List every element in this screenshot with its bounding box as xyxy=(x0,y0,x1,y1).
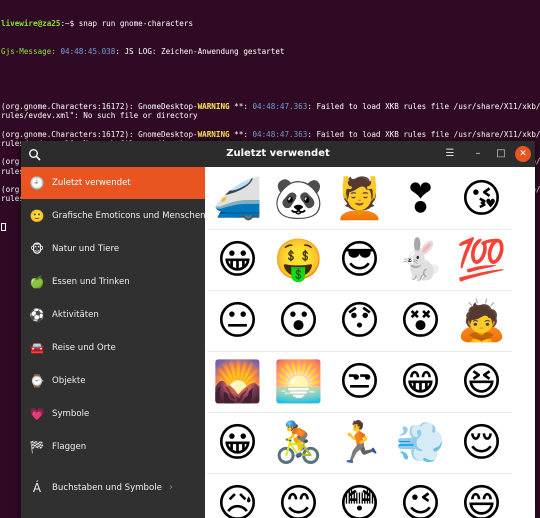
gjs-label: Gjs-Message: xyxy=(1,47,56,56)
gjs-message-line: Gjs-Message: 04:48:45.038: JS LOG: Zeich… xyxy=(1,47,540,56)
character-cell[interactable]: 😯 xyxy=(329,291,390,352)
character-cell[interactable]: 🏃 xyxy=(329,413,390,474)
chevron-right-icon: › xyxy=(169,482,173,493)
character-cell[interactable]: 🐇 xyxy=(390,230,451,291)
character-cell[interactable]: 💨 xyxy=(390,413,451,474)
sidebar-item-label: Grafische Emoticons und Menschen xyxy=(52,211,206,221)
category-icon: 🏁 xyxy=(29,440,45,454)
character-cell[interactable]: ❣ xyxy=(390,169,451,230)
warning-line: (org.gnome.Characters:16172): GnomeDeskt… xyxy=(1,129,540,139)
character-cell[interactable]: 😘 xyxy=(451,169,512,230)
prompt-user: livewire@za25 xyxy=(1,19,61,29)
character-cell[interactable]: 😵 xyxy=(390,291,451,352)
character-cell[interactable]: 💯 xyxy=(451,230,512,291)
character-cell[interactable]: 😆 xyxy=(451,352,512,413)
close-button[interactable]: ✕ xyxy=(515,146,531,162)
character-cell[interactable]: 😊 xyxy=(268,474,329,518)
character-cell[interactable]: 🚴 xyxy=(268,413,329,474)
sidebar-item[interactable]: ⚽ Aktivitäten xyxy=(21,299,205,331)
character-cell[interactable]: 😁 xyxy=(390,352,451,413)
category-icon: 🍏 xyxy=(29,275,45,289)
character-cell[interactable]: 😐 xyxy=(207,291,268,352)
character-cell[interactable]: 😒 xyxy=(329,352,390,413)
sidebar-item-label: Buchstaben und Symbole xyxy=(52,483,162,493)
character-cell[interactable]: 🐼 xyxy=(268,169,329,230)
character-cell[interactable]: 🌅 xyxy=(268,352,329,413)
character-cell[interactable]: 🤑 xyxy=(268,230,329,291)
character-cell[interactable]: 🙇 xyxy=(451,291,512,352)
category-icon: 🕘 xyxy=(29,176,45,190)
character-cell[interactable]: 😉 xyxy=(390,474,451,518)
characters-window: Zuletzt verwendet ☰ – □ ✕ 🕘 Zuletzt verwe… xyxy=(21,141,535,518)
character-cell[interactable]: 😀 xyxy=(207,230,268,291)
sidebar-item-label: Reise und Orte xyxy=(52,343,116,353)
character-cell[interactable]: 😀 xyxy=(207,413,268,474)
sidebar-item[interactable]: 🙂 Grafische Emoticons und Menschen xyxy=(21,200,206,232)
prompt-separator: :~$ xyxy=(60,19,75,29)
minimize-button[interactable]: – xyxy=(470,146,486,162)
terminal-cursor xyxy=(1,222,6,231)
character-cell[interactable]: 😎 xyxy=(329,230,390,291)
sidebar-item-label: Natur und Tiere xyxy=(52,244,120,254)
sidebar-item-label: Zuletzt verwendet xyxy=(52,178,131,188)
warning-continuation: rules/evdev.xml": No such file or direct… xyxy=(1,111,198,121)
hamburger-menu-icon[interactable]: ☰ xyxy=(442,146,458,162)
category-icon: 🐵 xyxy=(30,242,44,256)
sidebar-item-label: Objekte xyxy=(52,376,86,386)
sidebar-item-label: Symbole xyxy=(52,409,90,419)
sidebar-item[interactable]: 🕘 Zuletzt verwendet xyxy=(21,167,205,199)
character-grid: 🚄 🐼 💆 ❣ 😘 😀 🤑 😎 🐇 💯 😐 😮 😯 😵 🙇 🌄 🌅 😒 😁 😆 😀 🚴 🏃 💨 😌 😥 😊 😳 😉 😄 xyxy=(205,167,535,518)
terminal-command: snap run gnome-characters xyxy=(74,19,194,29)
category-icon: 💗 xyxy=(29,407,45,421)
gjs-time: 04:48:45.038 xyxy=(55,47,116,56)
sidebar-item[interactable]: 🚘 Reise und Orte xyxy=(21,332,205,364)
sidebar-item[interactable]: 💗 Symbole xyxy=(21,398,205,430)
sidebar-item-label: Aktivitäten xyxy=(52,310,99,320)
category-icon: ⌚ xyxy=(29,374,45,388)
gjs-text: : JS LOG: Zeichen-Anwendung gestartet xyxy=(115,47,285,56)
maximize-button[interactable]: □ xyxy=(493,146,509,162)
character-cell[interactable]: 😳 xyxy=(329,474,390,518)
sidebar-item-label: Essen und Trinken xyxy=(52,277,130,287)
sidebar-item[interactable]: ⌚ Objekte xyxy=(21,365,205,397)
sidebar-item[interactable]: 🍏 Essen und Trinken xyxy=(21,266,205,298)
character-cell[interactable]: 🌄 xyxy=(207,352,268,413)
character-cell[interactable]: 😮 xyxy=(268,291,329,352)
category-icon: 🙂 xyxy=(29,209,45,223)
category-icon: Á xyxy=(32,481,42,495)
sidebar-item[interactable]: 🐵 Natur und Tiere xyxy=(21,233,205,265)
character-cell[interactable]: 😌 xyxy=(451,413,512,474)
category-sidebar: 🕘 Zuletzt verwendet 🙂 Grafische Emoticons u… xyxy=(21,167,206,518)
sidebar-item[interactable]: Á Buchstaben und Symbole › xyxy=(21,472,205,504)
sidebar-item-label: Flaggen xyxy=(52,442,87,452)
character-cell[interactable]: 😄 xyxy=(451,474,512,518)
headerbar: Zuletzt verwendet ☰ – □ ✕ xyxy=(21,141,535,167)
warning-line: (org.gnome.Characters:16172): GnomeDeskt… xyxy=(1,102,540,112)
character-cell[interactable]: 💆 xyxy=(329,169,390,230)
category-icon: 🚘 xyxy=(29,341,45,355)
character-cell[interactable]: 🚄 xyxy=(207,169,268,230)
character-cell[interactable]: 😥 xyxy=(207,474,268,518)
category-icon: ⚽ xyxy=(29,308,45,322)
terminal-prompt-line: livewire@za25:~$ snap run gnome-characte… xyxy=(1,19,540,28)
sidebar-item[interactable]: 🏁 Flaggen xyxy=(21,431,205,463)
